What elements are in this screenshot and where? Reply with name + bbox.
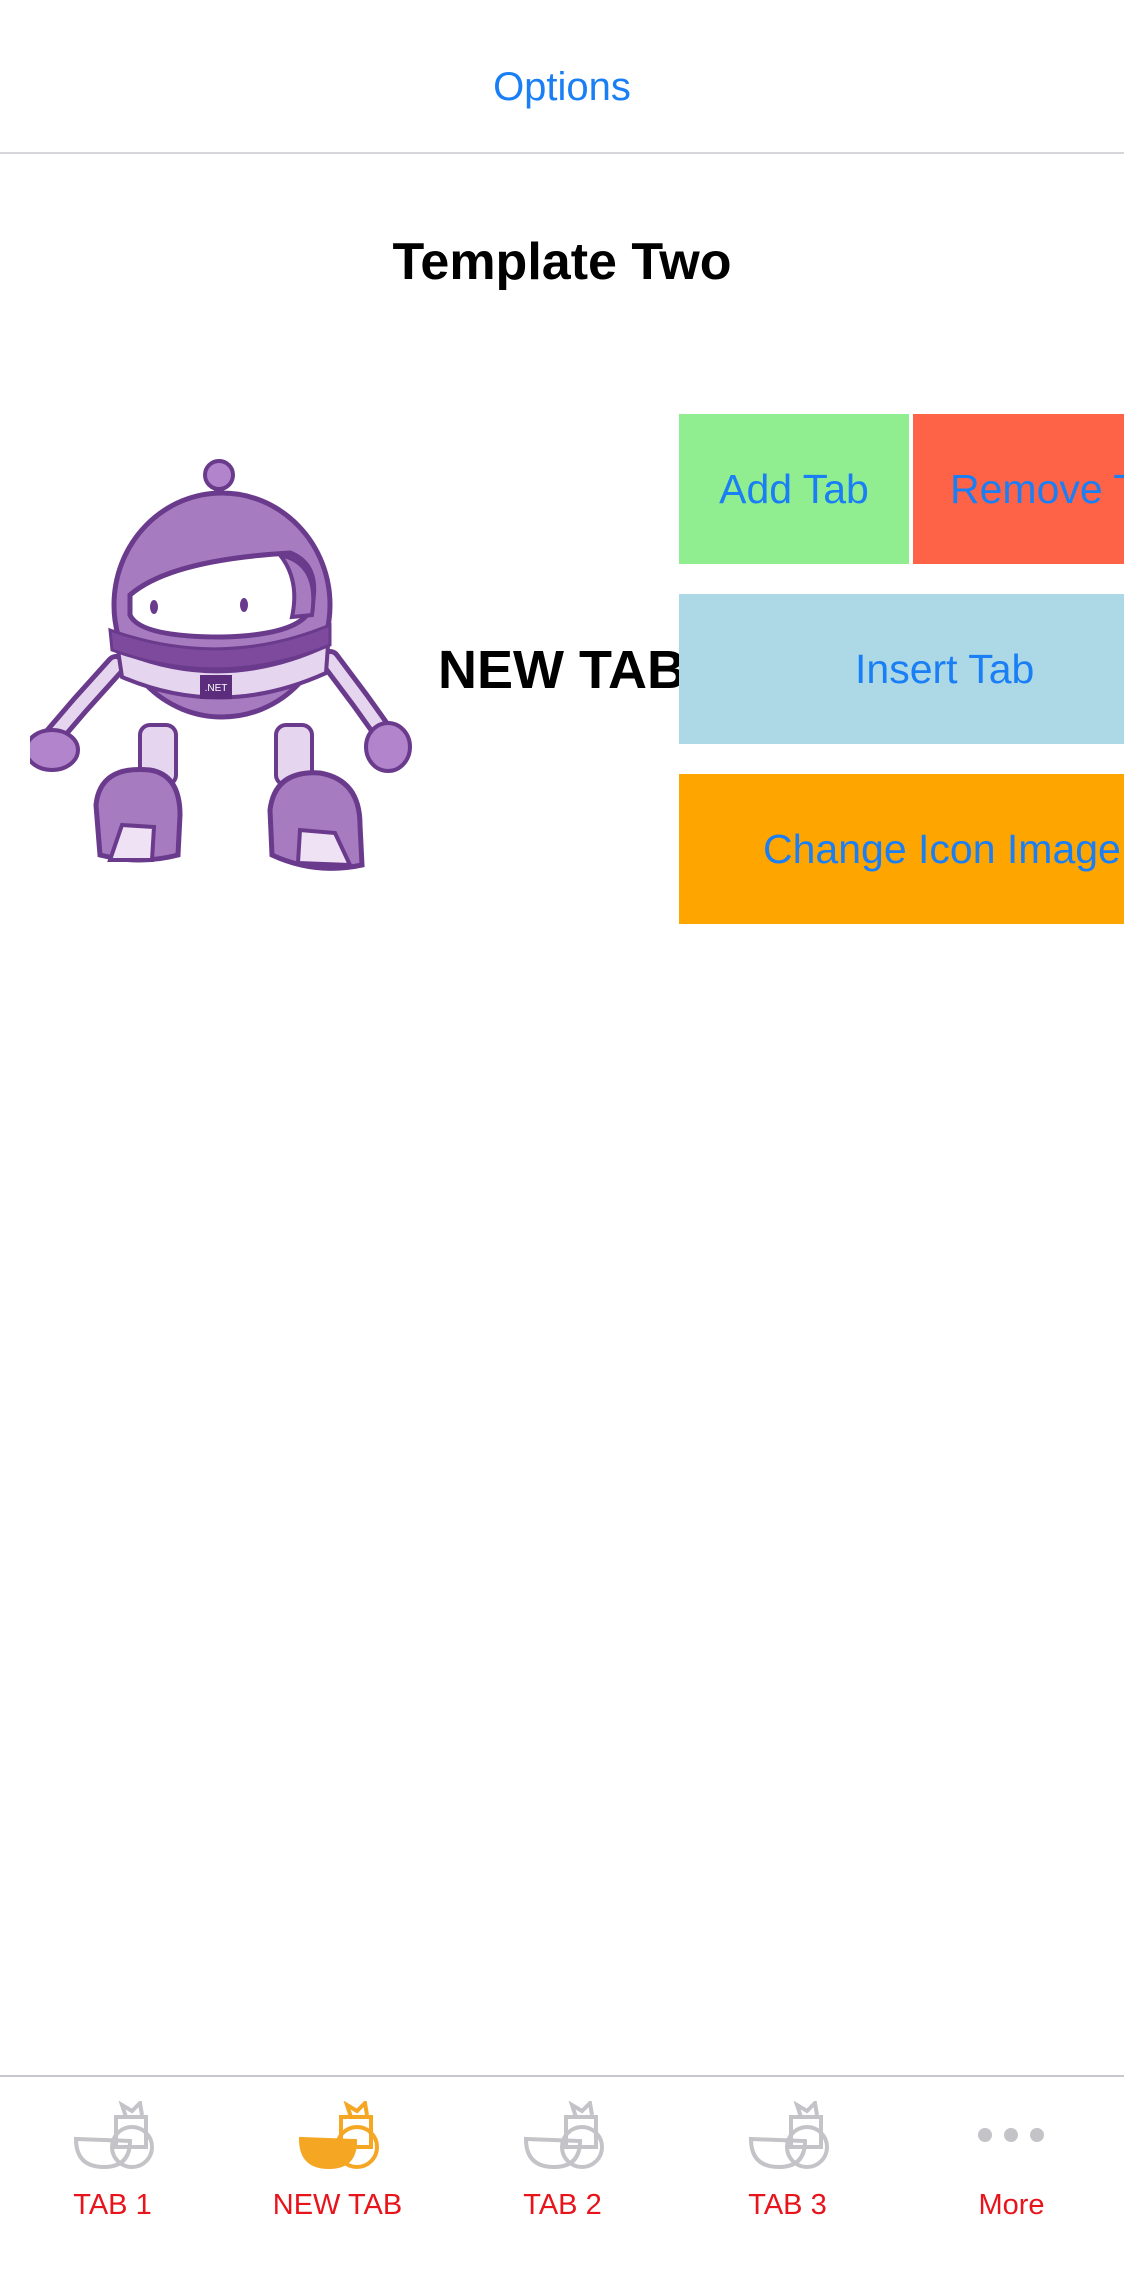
- page-title: Template Two: [392, 233, 732, 291]
- tab-label: TAB 2: [523, 2189, 602, 2221]
- dotnet-bot-image: .NET: [30, 459, 412, 871]
- change-icon-image-button[interactable]: Change Icon Image: [679, 774, 1124, 924]
- tab-new[interactable]: NEW TAB: [225, 2077, 450, 2288]
- tab-more[interactable]: More: [899, 2077, 1124, 2288]
- more-icon: [978, 2128, 1044, 2142]
- add-tab-button[interactable]: Add Tab: [679, 414, 909, 564]
- tab-fruit-icon: [298, 2101, 379, 2170]
- tab-label: More: [978, 2189, 1045, 2221]
- tab-2[interactable]: TAB 2: [450, 2077, 675, 2288]
- tab-fruit-icon: [748, 2101, 829, 2170]
- tab-fruit-icon: [523, 2101, 604, 2170]
- tab-bar: TAB 1 NEW TAB TAB 2 TAB 3 More: [0, 2075, 1124, 2288]
- tab-3[interactable]: TAB 3: [675, 2077, 900, 2288]
- svg-text:.NET: .NET: [205, 683, 228, 694]
- navigation-bar: Options: [0, 0, 1124, 154]
- insert-tab-button[interactable]: Insert Tab: [679, 594, 1124, 744]
- content-label: NEW TAB: [438, 640, 686, 700]
- tab-label: TAB 3: [748, 2189, 827, 2221]
- options-button[interactable]: Options: [0, 62, 1124, 112]
- tab-1[interactable]: TAB 1: [0, 2077, 225, 2288]
- tab-label: NEW TAB: [272, 2189, 403, 2221]
- tab-fruit-icon: [73, 2101, 154, 2170]
- remove-tab-button[interactable]: Remove Tab: [913, 414, 1124, 564]
- tab-label: TAB 1: [73, 2189, 152, 2221]
